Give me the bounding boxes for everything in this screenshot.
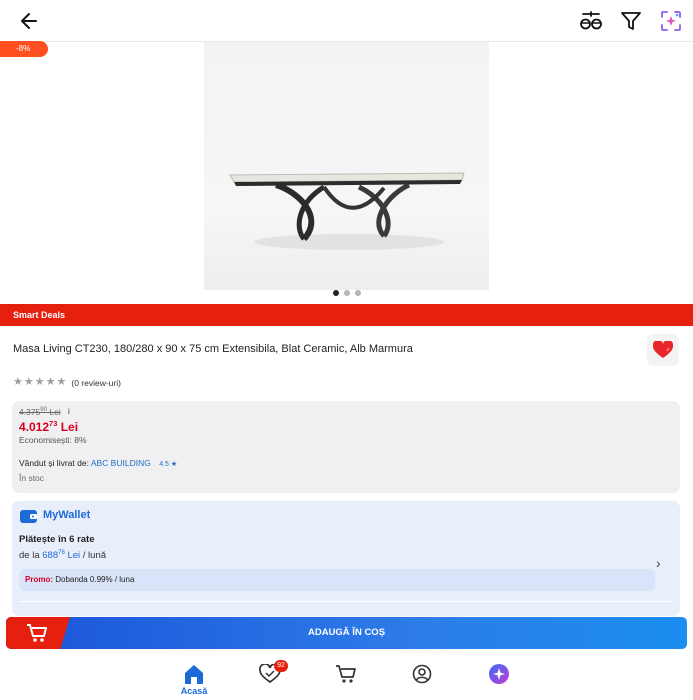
account-icon <box>412 664 432 684</box>
arrow-left-icon <box>21 13 37 29</box>
ai-search-icon <box>661 11 681 31</box>
stock-status: În stoc <box>19 473 45 483</box>
smart-deals-banner[interactable]: Smart Deals <box>0 304 693 326</box>
installment-amount: de la 68878 Lei / lună <box>19 550 107 562</box>
divider <box>19 601 673 602</box>
add-to-cart-label: ADAUGĂ ÎN COȘ <box>307 627 386 638</box>
product-title: Masa Living CT230, 180/280 x 90 x 75 cm … <box>13 343 413 355</box>
current-price: 4.01273 Lei <box>19 419 79 434</box>
nav-genius-ai[interactable] <box>479 664 519 684</box>
bottom-navigation: Acasă 92 <box>0 656 693 700</box>
star-icon: ★ <box>13 376 23 388</box>
mywallet-card[interactable]: MyWallet Plătește în 6 rate de la 68878 … <box>12 501 680 616</box>
wallet-title: MyWallet <box>43 509 91 521</box>
favorites-badge: 92 <box>274 660 288 672</box>
star-icon: ★ <box>23 376 34 388</box>
discount-badge: -8% <box>0 41 48 57</box>
savings-text: Economisești: 8% <box>19 435 87 445</box>
cart-icon <box>336 665 356 683</box>
product-page: -8% Smart Deals Masa Living CT230, 180/2… <box>0 0 693 700</box>
add-to-favorites-button[interactable] <box>647 334 679 366</box>
wallet-icon <box>20 510 37 523</box>
seller-row: Vândut și livrat de: ABC BUILDING 4.5 ★ <box>19 458 177 468</box>
ai-search-button[interactable] <box>656 6 686 36</box>
heart-icon <box>653 341 673 358</box>
carousel-dot[interactable] <box>354 290 361 296</box>
table-illustration <box>229 172 465 250</box>
nav-favorites[interactable]: 92 <box>250 660 290 684</box>
carousel-dot[interactable] <box>343 290 350 296</box>
filter-button[interactable] <box>616 6 646 36</box>
add-to-cart-button[interactable]: ADAUGĂ ÎN COȘ <box>6 617 687 649</box>
seller-link[interactable]: ABC BUILDING <box>91 458 151 468</box>
chevron-right-icon[interactable]: › <box>656 555 661 571</box>
star-icon: ★ <box>34 376 45 388</box>
nav-cart[interactable] <box>326 664 366 684</box>
nav-home[interactable]: Acasă <box>174 664 214 696</box>
top-bar <box>0 0 693 42</box>
carousel-dot[interactable] <box>332 290 339 296</box>
genius-ai-icon <box>489 664 509 684</box>
old-price: 4.37590 Lei <box>19 407 61 417</box>
carousel-dots[interactable] <box>0 290 693 296</box>
nav-home-label: Acasă <box>180 686 208 696</box>
back-button[interactable] <box>14 6 44 36</box>
compare-button[interactable] <box>576 6 606 36</box>
seller-rating: 4.5 ★ <box>159 461 178 468</box>
rating-row[interactable]: ★ ★ ★ ★ ★ (0 review-uri) <box>13 377 121 388</box>
installments-title: Plătește în 6 rate <box>19 534 95 545</box>
product-image[interactable] <box>204 42 489 290</box>
star-icon: ★ <box>56 376 67 388</box>
compare-icon <box>580 11 602 30</box>
price-card: 4.37590 Lei i 4.01273 Lei Economisești: … <box>12 401 680 493</box>
home-icon <box>185 665 203 684</box>
promo-banner: Promo: Dobanda 0.99% / luna <box>19 569 655 591</box>
nav-account[interactable] <box>402 664 442 684</box>
star-icon: ★ <box>45 376 56 388</box>
filter-icon <box>621 12 641 30</box>
review-count[interactable]: (0 review-uri) <box>71 378 121 388</box>
seller-label: Vândut și livrat de: <box>19 458 89 468</box>
info-icon[interactable]: i <box>68 407 70 416</box>
